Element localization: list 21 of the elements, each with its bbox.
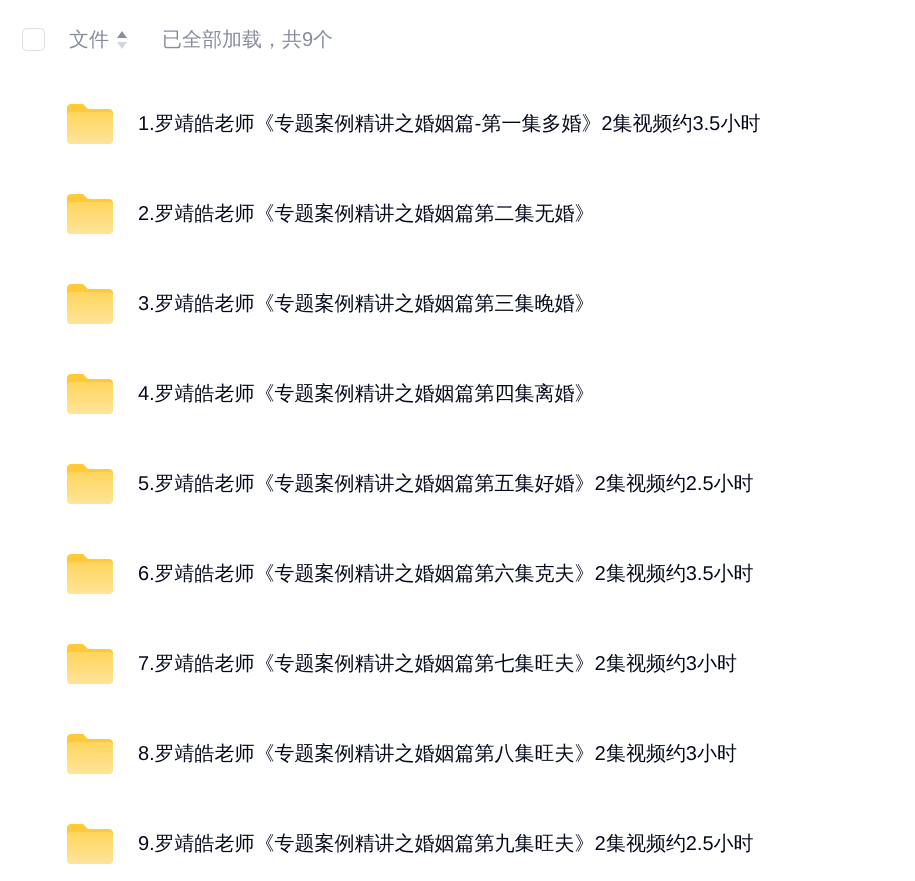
folder-icon[interactable]	[67, 824, 113, 864]
folder-icon[interactable]	[67, 374, 113, 414]
folder-name[interactable]: 4.罗靖皓老师《专题案例精讲之婚姻篇第四集离婚》	[138, 384, 595, 404]
folder-icon[interactable]	[67, 644, 113, 684]
folder-name[interactable]: 8.罗靖皓老师《专题案例精讲之婚姻篇第八集旺夫》2集视频约3小时	[138, 744, 737, 764]
select-all-checkbox[interactable]	[22, 28, 45, 51]
load-status-text: 已全部加载，共9个	[162, 30, 334, 50]
folder-icon[interactable]	[67, 464, 113, 504]
folder-icon[interactable]	[67, 554, 113, 594]
folder-name[interactable]: 1.罗靖皓老师《专题案例精讲之婚姻篇-第一集多婚》2集视频约3.5小时	[138, 114, 760, 134]
folder-name[interactable]: 5.罗靖皓老师《专题案例精讲之婚姻篇第五集好婚》2集视频约2.5小时	[138, 474, 754, 494]
sort-icon[interactable]	[117, 30, 127, 48]
folder-name[interactable]: 6.罗靖皓老师《专题案例精讲之婚姻篇第六集克夫》2集视频约3.5小时	[138, 564, 754, 584]
folder-icon[interactable]	[67, 734, 113, 774]
folder-icon[interactable]	[67, 104, 113, 144]
folder-icon[interactable]	[67, 284, 113, 324]
folder-icon[interactable]	[67, 194, 113, 234]
folder-name[interactable]: 9.罗靖皓老师《专题案例精讲之婚姻篇第九集旺夫》2集视频约2.5小时	[138, 834, 754, 854]
folder-name[interactable]: 7.罗靖皓老师《专题案例精讲之婚姻篇第七集旺夫》2集视频约3小时	[138, 654, 737, 674]
folder-name[interactable]: 3.罗靖皓老师《专题案例精讲之婚姻篇第三集晚婚》	[138, 294, 595, 314]
folder-name[interactable]: 2.罗靖皓老师《专题案例精讲之婚姻篇第二集无婚》	[138, 204, 595, 224]
